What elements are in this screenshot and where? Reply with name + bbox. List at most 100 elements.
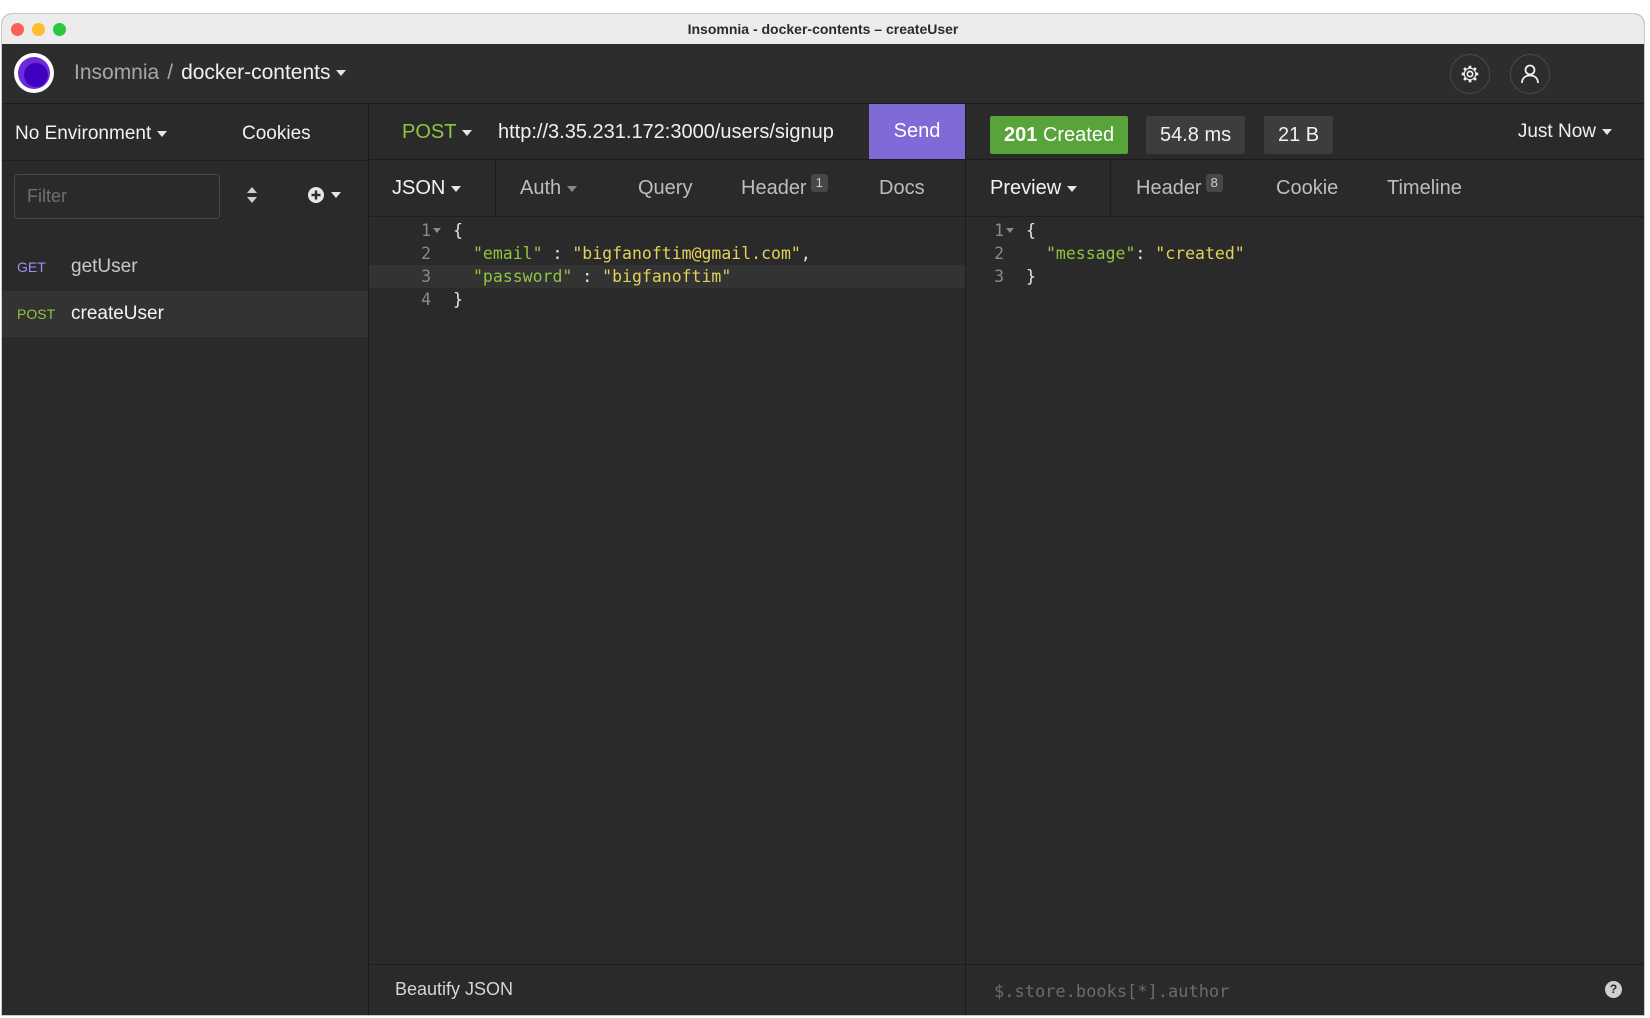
- plus-circle-icon: [308, 187, 324, 203]
- response-time-badge: 54.8 ms: [1146, 116, 1246, 154]
- line-number: 3: [994, 267, 1004, 286]
- method-selector[interactable]: POST: [402, 121, 473, 144]
- project-selector[interactable]: docker-contents: [181, 61, 347, 85]
- help-icon[interactable]: ?: [1605, 981, 1622, 998]
- tab-query[interactable]: Query: [638, 160, 692, 216]
- tab-header-label: Header: [741, 177, 807, 199]
- sort-button[interactable]: [246, 186, 258, 209]
- request-name: getUser: [71, 256, 138, 277]
- tab-body-label: JSON: [392, 177, 446, 199]
- json-trail: ,: [800, 244, 811, 263]
- response-status-bar: 201 Created 54.8 ms 21 B Just Now: [966, 104, 1644, 160]
- tab-cookie[interactable]: Cookie: [1276, 160, 1338, 216]
- status-badge: 201 Created: [990, 116, 1129, 154]
- close-window-button[interactable]: [11, 23, 24, 36]
- chevron-down-icon: [567, 185, 578, 192]
- insomnia-logo: [14, 53, 54, 93]
- chevron-down-icon: [451, 185, 462, 192]
- code-line: 1 {: [966, 219, 1644, 242]
- code-line: 4 }: [369, 288, 965, 311]
- tab-response-header-label: Header: [1136, 177, 1202, 199]
- tab-timeline[interactable]: Timeline: [1387, 160, 1462, 216]
- line-number: 4: [421, 290, 431, 309]
- request-method: GET: [17, 259, 46, 275]
- code-line: 2 "email" : "bigfanoftim@gmail.com",: [369, 242, 965, 265]
- app-header: Insomnia / docker-contents: [2, 44, 1644, 104]
- tab-preview[interactable]: Preview: [990, 160, 1078, 216]
- tab-response-header[interactable]: Header 8: [1136, 160, 1223, 216]
- response-header-count-badge: 8: [1205, 174, 1223, 192]
- breadcrumb: Insomnia / docker-contents: [74, 61, 347, 85]
- json-value: "created": [1155, 244, 1245, 263]
- response-body-viewer[interactable]: 1 { 2 "message": "created" 3 }: [966, 217, 1644, 917]
- method-label: POST: [402, 121, 457, 143]
- request-item-getuser[interactable]: GET getUser: [2, 244, 368, 290]
- code-text: }: [453, 290, 463, 309]
- line-number: 2: [994, 244, 1004, 263]
- tab-auth[interactable]: Auth: [520, 160, 578, 216]
- sort-icon: [247, 187, 257, 203]
- json-separator: :: [542, 244, 573, 263]
- app-window: Insomnia - docker-contents – createUser …: [2, 14, 1644, 1015]
- code-text: {: [1026, 221, 1036, 240]
- cookies-button[interactable]: Cookies: [242, 123, 311, 145]
- code-line: 2 "message": "created": [966, 242, 1644, 265]
- json-separator: :: [1135, 244, 1156, 263]
- code-text: }: [1026, 267, 1036, 286]
- response-size-badge: 21 B: [1264, 116, 1334, 154]
- send-button[interactable]: Send: [869, 104, 965, 159]
- chevron-down-icon: [462, 129, 473, 136]
- minimize-window-button[interactable]: [32, 23, 45, 36]
- code-line: 3 }: [966, 265, 1644, 288]
- json-key: "email": [473, 244, 543, 263]
- history-label: Just Now: [1517, 121, 1596, 142]
- chevron-down-icon: [331, 192, 341, 198]
- tab-preview-label: Preview: [990, 177, 1062, 199]
- url-input[interactable]: [496, 113, 870, 151]
- line-number: 2: [421, 244, 431, 263]
- jsonpath-filter-input[interactable]: [992, 977, 1556, 1007]
- code-text: {: [453, 221, 463, 240]
- window-title: Insomnia - docker-contents – createUser: [687, 21, 959, 37]
- title-bar: Insomnia - docker-contents – createUser: [2, 14, 1644, 44]
- account-button[interactable]: [1510, 54, 1550, 94]
- code-line: 1 {: [369, 219, 965, 242]
- environment-label: No Environment: [15, 123, 152, 144]
- request-body-editor[interactable]: 1 { 2 "email" : "bigfanoftim@gmail.com",…: [369, 217, 965, 917]
- gear-icon: [1461, 65, 1479, 83]
- code-text: "email" : "bigfanoftim@gmail.com",: [473, 242, 811, 265]
- tab-header[interactable]: Header 1: [741, 160, 828, 216]
- chevron-down-icon: [157, 130, 168, 137]
- chevron-down-icon: [1602, 128, 1612, 135]
- breadcrumb-app[interactable]: Insomnia: [74, 61, 159, 85]
- tab-body[interactable]: JSON: [392, 160, 462, 216]
- fold-icon[interactable]: [1006, 228, 1014, 233]
- maximize-window-button[interactable]: [53, 23, 66, 36]
- request-item-createuser[interactable]: POST createUser: [2, 291, 368, 337]
- code-text: "message": "created": [1046, 242, 1245, 265]
- environment-selector[interactable]: No Environment: [15, 123, 168, 145]
- response-history-selector[interactable]: Just Now: [1518, 121, 1612, 143]
- sidebar: No Environment Cookies GET getUser POST: [2, 104, 369, 1015]
- request-footer: Beautify JSON: [369, 964, 965, 1015]
- json-value: "bigfanoftim@gmail.com": [572, 244, 801, 263]
- filter-input[interactable]: [14, 174, 220, 219]
- tab-divider: [1110, 160, 1111, 216]
- line-number: 1: [421, 221, 431, 240]
- add-request-button[interactable]: [307, 186, 341, 204]
- tab-divider: [495, 160, 496, 216]
- fold-icon[interactable]: [433, 228, 441, 233]
- chevron-down-icon: [336, 70, 347, 77]
- settings-button[interactable]: [1450, 54, 1490, 94]
- header-count-badge: 1: [810, 174, 828, 192]
- environment-row: No Environment Cookies: [2, 104, 368, 161]
- request-pane: POST Send JSON Auth Query Header1 Docs 1…: [369, 104, 966, 1015]
- request-name: createUser: [71, 303, 164, 324]
- line-number: 3: [421, 267, 431, 286]
- beautify-json-button[interactable]: Beautify JSON: [395, 979, 513, 1000]
- status-text: Created: [1042, 124, 1115, 146]
- response-pane: 201 Created 54.8 ms 21 B Just Now Previe…: [966, 104, 1644, 1015]
- tab-docs[interactable]: Docs: [879, 160, 925, 216]
- tab-auth-label: Auth: [520, 177, 562, 199]
- request-method: POST: [17, 306, 56, 322]
